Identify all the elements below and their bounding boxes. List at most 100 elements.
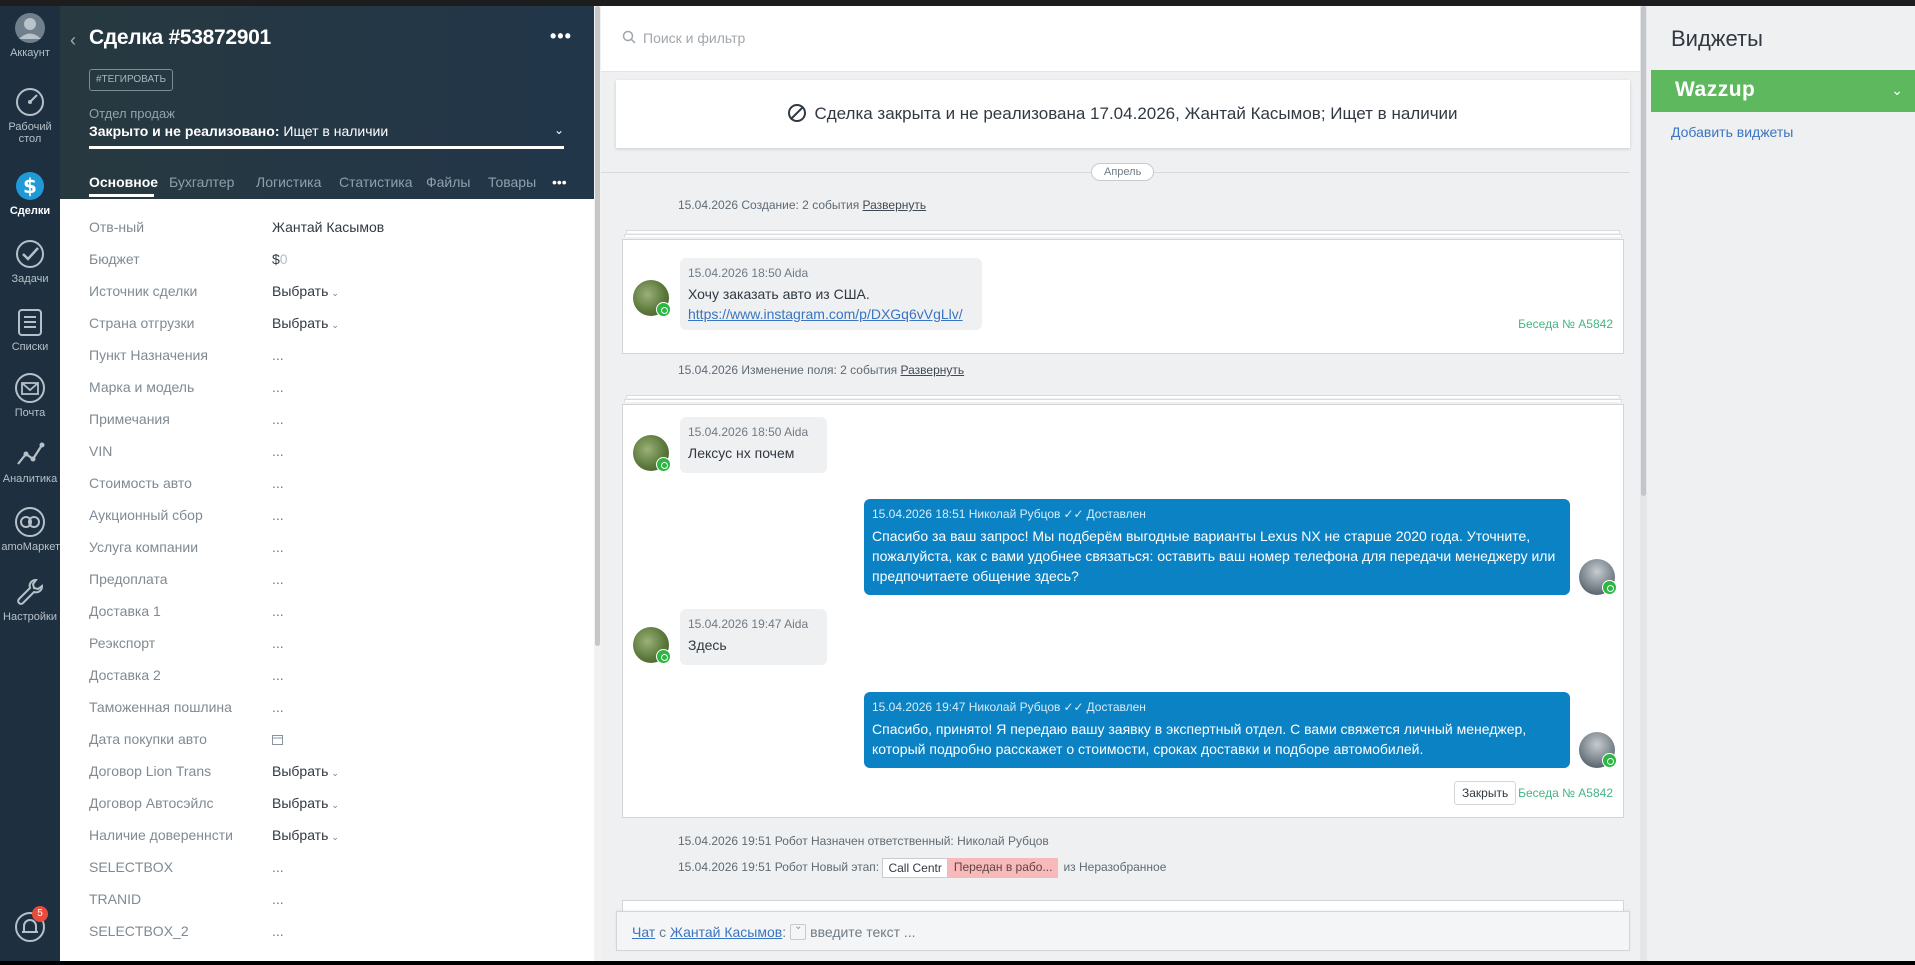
tab-logistics[interactable]: Логистика xyxy=(256,174,321,190)
search-input[interactable]: Поиск и фильтр xyxy=(643,30,745,46)
feed-scrollbar[interactable] xyxy=(1640,6,1647,961)
chevron-down-icon: ⌄ xyxy=(331,832,339,842)
field-company-service[interactable]: Услуга компании... xyxy=(89,539,579,561)
stack-edge xyxy=(626,395,1620,398)
nav-account[interactable]: Аккаунт xyxy=(0,12,60,59)
field-customs-duty[interactable]: Таможенная пошлина... xyxy=(89,699,579,721)
field-delivery-1[interactable]: Доставка 1... xyxy=(89,603,579,625)
month-label: Апрель xyxy=(1091,163,1155,181)
field-selectbox[interactable]: SELECTBOX... xyxy=(89,859,579,881)
card-scrollbar-thumb[interactable] xyxy=(595,6,600,646)
field-auction-fee[interactable]: Аукционный сбор... xyxy=(89,507,579,529)
tab-main[interactable]: Основное xyxy=(89,174,158,190)
nav-settings[interactable]: Настройки xyxy=(0,576,60,623)
pipeline-status-select[interactable]: Закрыто и не реализовано: Ищет в наличии… xyxy=(89,123,564,139)
field-notes[interactable]: Примечания... xyxy=(89,411,579,433)
tab-accounting[interactable]: Бухгалтер xyxy=(169,174,241,190)
field-selectbox-2[interactable]: SELECTBOX_2... xyxy=(89,923,579,945)
feed-scrollbar-thumb[interactable] xyxy=(1641,6,1646,496)
chat-recipient-select[interactable] xyxy=(790,921,807,940)
chat-message-input[interactable]: введите текст ... xyxy=(810,924,915,940)
main-nav: Аккаунт Рабочий стол $ Сделки Задачи Спис… xyxy=(0,6,60,961)
nav-mail[interactable]: Почта xyxy=(0,372,60,419)
svg-text:$: $ xyxy=(23,174,37,198)
card-scrollbar[interactable] xyxy=(594,6,601,961)
field-autosales-contract[interactable]: Договор Автосэйлс Выбрать ⌄ xyxy=(89,795,579,817)
nav-label: Почта xyxy=(14,407,46,419)
nav-lists[interactable]: Списки xyxy=(0,306,60,353)
stage-to-badge: Передан в рабо... xyxy=(947,858,1059,878)
notifications-badge: 5 xyxy=(32,906,48,922)
field-make-model[interactable]: Марка и модель... xyxy=(89,379,579,401)
more-menu-icon[interactable]: ••• xyxy=(550,26,572,47)
field-deal-source[interactable]: Источник сделки Выбрать ⌄ xyxy=(89,283,579,305)
nav-market[interactable]: amoМаркет xyxy=(0,506,60,553)
chevron-down-icon: ⌄ xyxy=(331,800,339,810)
settings-icon xyxy=(17,579,43,605)
nav-tasks[interactable]: Задачи xyxy=(0,238,60,285)
add-widgets-link[interactable]: Добавить виджеты xyxy=(1671,124,1793,140)
wazzup-widget[interactable]: Wazzup ⌄ xyxy=(1651,70,1915,112)
tasks-icon xyxy=(16,240,44,268)
field-car-cost[interactable]: Стоимость авто... xyxy=(89,475,579,497)
tab-files[interactable]: Файлы xyxy=(426,174,470,190)
widgets-title: Виджеты xyxy=(1671,26,1763,51)
field-shipping-country[interactable]: Страна отгрузки Выбрать ⌄ xyxy=(89,315,579,337)
instagram-link[interactable]: https://www.instagram.com/p/DXGq6vVgLlv/ xyxy=(688,304,974,324)
search-icon xyxy=(622,30,636,44)
field-power-of-attorney[interactable]: Наличие довереннсти Выбрать ⌄ xyxy=(89,827,579,849)
field-responsible[interactable]: Отв-ный Жантай Касымов xyxy=(89,219,579,241)
chat-type-link[interactable]: Чат xyxy=(632,924,655,940)
field-tranid[interactable]: TRANID... xyxy=(89,891,579,913)
conversation-id[interactable]: Беседа № A5842 xyxy=(1518,317,1613,331)
nav-dashboard[interactable]: Рабочий стол xyxy=(0,86,60,145)
status-reason: Ищет в наличии xyxy=(283,123,389,139)
deal-card-header: ‹ Сделка #53872901 ••• #ТЕГИРОВАТЬ Отдел… xyxy=(60,6,595,199)
feed-search[interactable]: Поиск и фильтр xyxy=(601,6,1647,72)
nav-label: Сделки xyxy=(9,205,51,217)
tabs-more-icon[interactable]: ••• xyxy=(552,174,567,190)
chevron-down-icon[interactable]: ⌄ xyxy=(1891,82,1903,99)
pipeline-progress-bar xyxy=(89,146,564,149)
pipeline-label: Отдел продаж xyxy=(89,106,175,121)
expand-link[interactable]: Развернуть xyxy=(901,363,965,377)
mail-icon xyxy=(15,373,45,403)
chat-composer[interactable]: Чат с Жантай Касымов:введите текст ... xyxy=(616,911,1630,951)
nav-label: Рабочий стол xyxy=(8,121,52,145)
chevron-down-icon: ⌄ xyxy=(331,320,339,330)
deal-card: ‹ Сделка #53872901 ••• #ТЕГИРОВАТЬ Отдел… xyxy=(60,6,595,961)
delivered-check-icon: ✓✓ xyxy=(1063,700,1084,714)
market-icon xyxy=(15,507,45,537)
deal-closed-banner: Сделка закрыта и не реализована 17.04.20… xyxy=(616,80,1630,148)
outgoing-message: 15.04.2026 18:51 Николай Рубцов ✓✓ Доставл… xyxy=(864,499,1570,595)
expand-link[interactable]: Развернуть xyxy=(863,198,927,212)
conversation-id[interactable]: Беседа № A5842 xyxy=(1518,786,1613,800)
wazzup-logo: Wazzup xyxy=(1675,78,1756,101)
field-lion-trans-contract[interactable]: Договор Lion Trans Выбрать ⌄ xyxy=(89,763,579,785)
robot-event-responsible: 15.04.2026 19:51 Робот Назначен ответств… xyxy=(678,834,1049,848)
tag-button[interactable]: #ТЕГИРОВАТЬ xyxy=(89,69,174,91)
nav-notifications[interactable] xyxy=(0,911,60,946)
tab-products[interactable]: Товары xyxy=(488,174,536,190)
field-delivery-2[interactable]: Доставка 2... xyxy=(89,667,579,689)
field-purchase-date[interactable]: Дата покупки авто xyxy=(89,731,579,753)
deal-title: Сделка #53872901 xyxy=(89,26,271,49)
field-reexport[interactable]: Реэкспорт... xyxy=(89,635,579,657)
field-vin[interactable]: VIN... xyxy=(89,443,579,465)
field-budget[interactable]: Бюджет $0 xyxy=(89,251,579,273)
delivered-check-icon: ✓✓ xyxy=(1063,507,1084,521)
back-arrow-icon[interactable]: ‹ xyxy=(70,30,82,50)
deals-icon: $ xyxy=(16,172,44,200)
chat-contact-link[interactable]: Жантай Касымов xyxy=(670,924,782,940)
close-conversation-button[interactable]: Закрыть xyxy=(1454,781,1517,805)
nav-label: Аналитика xyxy=(2,473,58,485)
nav-deals[interactable]: $ Сделки xyxy=(0,170,60,217)
whatsapp-icon xyxy=(1602,753,1617,768)
tab-statistics[interactable]: Статистика xyxy=(339,174,413,190)
nav-analytics[interactable]: Аналитика xyxy=(0,438,60,485)
field-destination[interactable]: Пункт Назначения... xyxy=(89,347,579,369)
field-prepayment[interactable]: Предоплата... xyxy=(89,571,579,593)
incoming-message: 15.04.2026 19:47 Aida Здесь xyxy=(680,609,827,665)
nav-label: Настройки xyxy=(3,611,57,623)
whatsapp-icon xyxy=(1602,580,1617,595)
